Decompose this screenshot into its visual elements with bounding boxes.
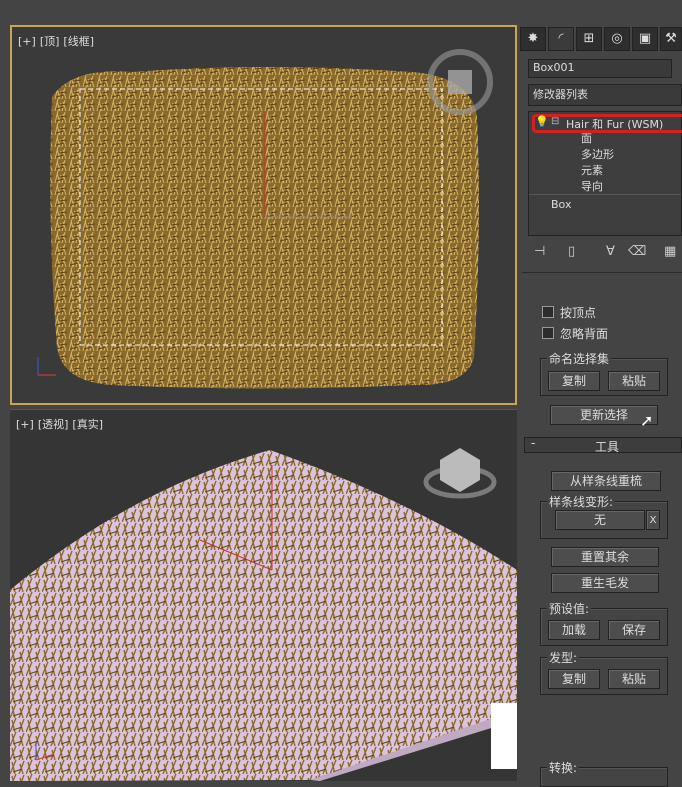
hairdo-title: 发型: bbox=[547, 649, 580, 666]
remove-modifier-icon[interactable]: ⌫ bbox=[628, 244, 646, 259]
lightbulb-icon[interactable]: 💡 bbox=[535, 115, 549, 128]
stack-toolbar: ⊣ ▯ ∀ ⌫ ▦ bbox=[532, 244, 682, 264]
spline-pick-button[interactable]: 无 bbox=[555, 510, 645, 530]
modifier-list-dropdown[interactable]: 修改器列表 bbox=[528, 84, 682, 106]
stack-base-box[interactable]: Box bbox=[551, 198, 571, 211]
by-vertex-label: 按顶点 bbox=[560, 306, 597, 320]
stack-divider bbox=[529, 194, 681, 195]
preset-load-button[interactable]: 加载 bbox=[548, 620, 600, 640]
configure-sets-icon[interactable]: ▦ bbox=[664, 244, 676, 259]
ignore-backfacing-label: 忽略背面 bbox=[560, 327, 609, 341]
make-unique-icon[interactable]: ∀ bbox=[606, 244, 615, 259]
tools-rollout-collapse[interactable]: - bbox=[531, 436, 535, 450]
create-icon[interactable]: ✸ bbox=[520, 27, 546, 51]
preset-save-button[interactable]: 保存 bbox=[608, 620, 660, 640]
regrow-hair-button[interactable]: 重生毛发 bbox=[551, 573, 659, 593]
stack-sublevel-polygon[interactable]: 多边形 bbox=[581, 146, 614, 162]
hairdo-paste-button[interactable]: 粘贴 bbox=[608, 669, 660, 689]
pin-stack-icon[interactable]: ⊣ bbox=[534, 244, 545, 259]
stack-sublevel-face[interactable]: 面 bbox=[581, 130, 592, 146]
stack-sublevel-guides[interactable]: 导向 bbox=[581, 178, 603, 194]
spline-clear-button[interactable]: X bbox=[646, 510, 660, 530]
motion-icon[interactable]: ◎ bbox=[604, 27, 630, 51]
object-name-field[interactable]: Box001 bbox=[528, 59, 672, 78]
mouse-cursor-icon: ➚ bbox=[640, 411, 654, 430]
by-vertex-option[interactable]: 按顶点 bbox=[542, 304, 596, 321]
tools-rollout-title: 工具 bbox=[595, 440, 620, 454]
tools-rollout-header[interactable]: - 工具 bbox=[524, 436, 682, 454]
top-view-grass-render bbox=[37, 49, 493, 389]
object-name: Box001 bbox=[533, 61, 575, 74]
named-sets-title: 命名选择集 bbox=[547, 350, 612, 367]
hierarchy-icon[interactable]: ⊞ bbox=[576, 27, 602, 51]
modifier-stack[interactable]: 💡 ⊟ Hair 和 Fur (WSM) 面 多边形 元素 导向 Box bbox=[528, 111, 682, 236]
reset-rest-button[interactable]: 重置其余 bbox=[551, 547, 659, 567]
ignore-backfacing-checkbox[interactable] bbox=[542, 327, 554, 339]
convert-group: 转换: bbox=[540, 759, 668, 787]
utilities-icon[interactable]: ⚒ bbox=[660, 27, 682, 51]
named-set-copy-button[interactable]: 复制 bbox=[548, 371, 600, 391]
perspective-grass-render bbox=[10, 448, 517, 781]
by-vertex-checkbox[interactable] bbox=[542, 306, 554, 318]
command-panel: ✸ ◜ ⊞ ◎ ▣ ⚒ Box001 修改器列表 💡 ⊟ Hair 和 Fur … bbox=[518, 25, 682, 787]
named-set-paste-button[interactable]: 粘贴 bbox=[608, 371, 660, 391]
viewport-top[interactable]: [+] [顶] [线框] bbox=[10, 25, 517, 405]
collapse-icon[interactable]: ⊟ bbox=[551, 116, 559, 127]
hairdo-copy-button[interactable]: 复制 bbox=[548, 669, 600, 689]
presets-title: 预设值: bbox=[547, 600, 592, 617]
rollout-separator bbox=[522, 272, 682, 273]
blank-overlay bbox=[491, 703, 517, 769]
modify-icon[interactable]: ◜ bbox=[548, 27, 574, 51]
spline-deform-title: 样条线变形: bbox=[547, 493, 616, 510]
ignore-backfacing-option[interactable]: 忽略背面 bbox=[542, 325, 608, 342]
modifier-stack-selected[interactable]: 💡 ⊟ Hair 和 Fur (WSM) bbox=[532, 114, 682, 133]
convert-title: 转换: bbox=[547, 759, 580, 776]
recomb-from-splines-button[interactable]: 从样条线重梳 bbox=[551, 471, 661, 491]
modifier-list-label: 修改器列表 bbox=[533, 88, 588, 101]
stack-sublevel-element[interactable]: 元素 bbox=[581, 162, 603, 178]
show-end-result-icon[interactable]: ▯ bbox=[568, 244, 575, 259]
display-icon[interactable]: ▣ bbox=[632, 27, 658, 51]
viewport-perspective[interactable]: [+] [透视] [真实] bbox=[10, 409, 517, 781]
